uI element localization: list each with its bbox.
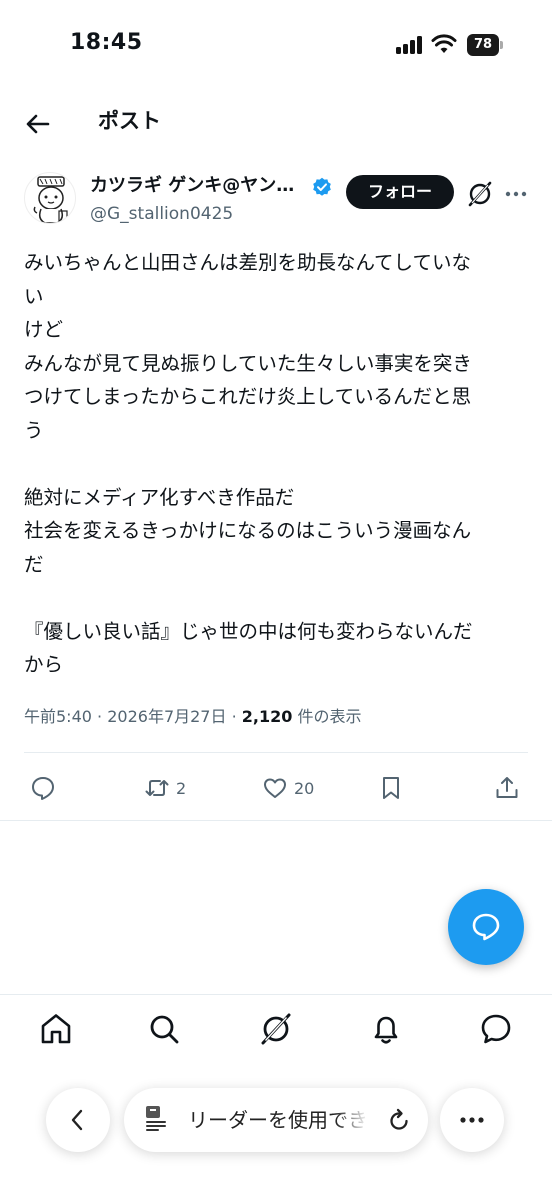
post-time[interactable]: 午前5:40: [24, 707, 92, 726]
status-time: 18:45: [70, 30, 143, 55]
bookmark-button[interactable]: [378, 766, 404, 810]
chevron-left-icon: [71, 1109, 83, 1131]
nav-home[interactable]: [38, 1011, 74, 1047]
avatar[interactable]: [24, 172, 76, 224]
like-count: 20: [294, 778, 315, 798]
reader-available-text: リーダーを使用できます: [188, 1108, 368, 1132]
follow-button[interactable]: フォロー: [346, 175, 454, 209]
search-icon: [150, 1015, 179, 1044]
browser-toolbar: リーダーを使用できます: [0, 1074, 552, 1200]
reader-mode-icon[interactable]: [144, 1104, 172, 1134]
home-icon: [41, 1014, 71, 1044]
cellular-signal-icon: [396, 36, 424, 54]
verified-badge-icon: [313, 177, 331, 196]
author-handle[interactable]: @G_stallion0425: [90, 202, 233, 226]
wifi-icon: [431, 34, 457, 53]
bookmark-icon: [383, 777, 399, 799]
post-meta: 午前5:40 · 2026年7月27日 · 2,120 件の表示: [24, 704, 361, 730]
bottom-nav: [0, 994, 552, 1066]
status-bar: 18:45 78: [0, 0, 552, 90]
author-display-name[interactable]: カツラギ ゲンキ@ヤンマガWeb: [90, 174, 310, 198]
reload-icon[interactable]: [386, 1108, 412, 1134]
meta-separator: ·: [97, 707, 103, 726]
post-text: みいちゃんと山田さんは差別を助長なんてしていな い けど みんなが見て見ぬ振りし…: [24, 251, 473, 676]
grok-icon: [261, 1013, 291, 1045]
page-title: ポスト: [98, 109, 161, 133]
browser-more-button[interactable]: [440, 1088, 504, 1152]
post-actions: 2 20: [0, 766, 552, 810]
divider: [0, 820, 552, 821]
post-author: カツラギ ゲンキ@ヤンマガWeb @G_stallion0425 フォロー: [0, 168, 552, 232]
share-button[interactable]: [494, 766, 520, 810]
back-arrow-icon[interactable]: [20, 106, 56, 142]
meta-separator: ·: [231, 707, 237, 726]
battery-icon: 78: [467, 34, 503, 56]
nav-messages[interactable]: [478, 1011, 514, 1047]
grok-icon[interactable]: [466, 180, 494, 208]
compose-reply-button[interactable]: [448, 889, 524, 965]
repost-button[interactable]: 2: [144, 766, 186, 810]
views-count[interactable]: 2,120: [242, 707, 293, 726]
message-icon: [481, 1014, 511, 1044]
like-button[interactable]: 20: [262, 766, 314, 810]
reply-icon: [472, 913, 500, 941]
more-options-icon: [460, 1117, 484, 1123]
address-bar[interactable]: リーダーを使用できます: [124, 1088, 428, 1152]
repost-icon: [145, 780, 169, 796]
views-label: 件の表示: [297, 707, 362, 726]
reply-button[interactable]: [30, 766, 62, 810]
post-date[interactable]: 2026年7月27日: [107, 707, 226, 726]
reply-icon: [32, 777, 54, 800]
battery-level: 78: [467, 34, 499, 56]
share-icon: [496, 777, 518, 798]
bell-icon: [374, 1016, 398, 1044]
repost-count: 2: [176, 778, 187, 798]
nav-notifications[interactable]: [368, 1011, 404, 1047]
more-options-icon[interactable]: [502, 180, 530, 208]
header: ポスト: [0, 96, 552, 152]
browser-back-button[interactable]: [46, 1088, 110, 1152]
heart-icon: [264, 778, 286, 798]
nav-search[interactable]: [146, 1011, 182, 1047]
divider: [24, 752, 528, 753]
nav-grok[interactable]: [258, 1011, 294, 1047]
